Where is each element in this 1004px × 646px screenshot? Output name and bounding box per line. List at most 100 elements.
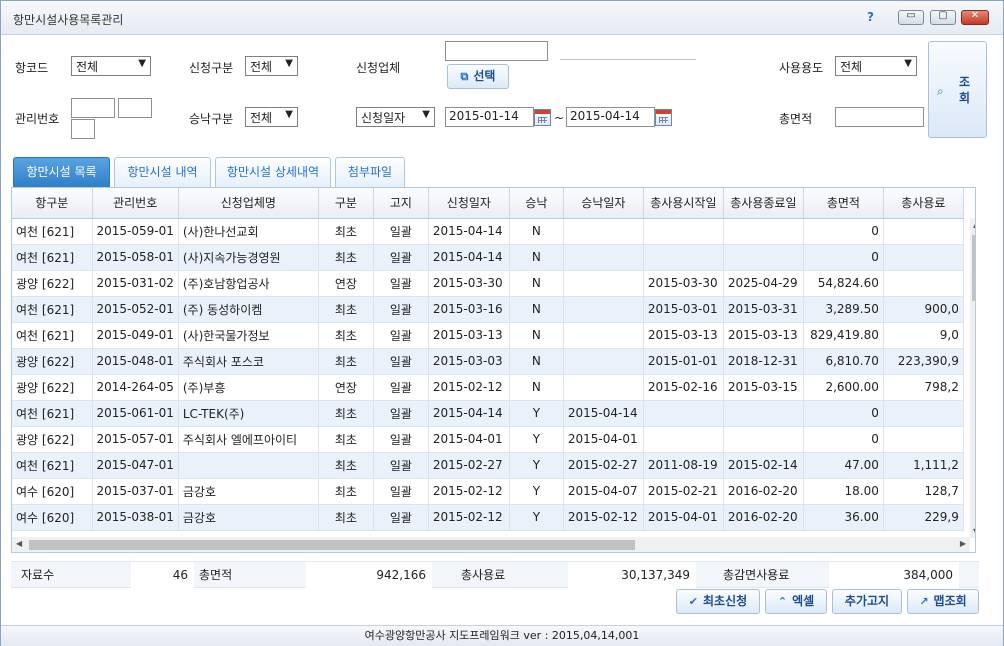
column-header[interactable]: 관리번호 [92, 188, 179, 219]
tab-facility-history[interactable]: 항만시설 내역 [114, 157, 211, 187]
column-header[interactable]: 신청일자 [428, 188, 510, 219]
minimize-button[interactable]: ▭ [898, 10, 924, 25]
table-cell: N [509, 322, 564, 349]
table-row[interactable]: 여천 [621] 2015-047-01 최초 일괄 2015-02-27 Y 2015-0… [12, 452, 964, 479]
scroll-down-icon[interactable]: ▼ [973, 527, 975, 536]
table-row[interactable]: 광양 [622] 2015-031-02 (주)호남항업공사 연장 일괄 2015-03-… [12, 270, 964, 297]
table-cell: 2015-02-14 [723, 452, 804, 479]
calendar-icon[interactable] [655, 109, 672, 126]
scroll-up-icon[interactable]: ▲ [973, 220, 975, 229]
table-cell: 2015-04-14 [563, 400, 644, 427]
column-header[interactable]: 총면적 [803, 188, 884, 219]
scroll-thumb[interactable] [29, 540, 635, 550]
table-cell: 2015-02-12 [428, 504, 510, 531]
date-from-input[interactable]: 2015-01-14 [445, 107, 534, 127]
table-cell: 2015-01-01 [643, 348, 724, 375]
applicant-select-button[interactable]: ⧉ 선택 [447, 64, 509, 89]
table-cell: 900,0 [883, 296, 964, 323]
table-row[interactable]: 여천 [621] 2015-058-01 (사)지속가능경영원 최초 일괄 2015-04… [12, 244, 964, 271]
total-area-input[interactable] [835, 107, 924, 127]
column-header[interactable]: 신청업체명 [178, 188, 319, 219]
table-row[interactable]: 여수 [620] 2015-038-01 금강호 최초 일괄 2015-02-12 Y 201… [12, 504, 964, 531]
scroll-thumb[interactable] [972, 235, 975, 301]
vertical-scrollbar[interactable]: ▲ ▼ [970, 218, 975, 538]
table-cell: 2015-04-01 [563, 426, 644, 453]
chevron-up-icon: ⌃ [777, 595, 788, 608]
table-row[interactable]: 광양 [622] 2015-048-01 주식회사 포스코 최초 일괄 2015-03-0… [12, 348, 964, 375]
table-cell: N [509, 296, 564, 323]
table-row[interactable]: 광양 [622] 2015-057-01 주식회사 엘에프아이티 최초 일괄 2015-0… [12, 426, 964, 453]
table-cell: 연장 [318, 270, 374, 297]
add-notice-button[interactable]: 추가고지 [832, 589, 902, 614]
table-cell: 2015-03-01 [643, 296, 724, 323]
column-header[interactable]: 총사용시작일 [643, 188, 724, 219]
fee-label: 총사용료 [461, 568, 506, 582]
port-code-select[interactable]: 전체 ▼ [71, 56, 151, 76]
table-cell: 2015-02-27 [428, 452, 510, 479]
table-cell: 2015-02-27 [563, 452, 644, 479]
table-cell: 36.00 [803, 504, 884, 531]
search-button[interactable]: ⌕ 조회 [928, 41, 987, 138]
applicant-input[interactable] [445, 41, 548, 61]
table-cell: 일괄 [373, 452, 429, 479]
table-cell: N [509, 218, 564, 245]
scroll-right-icon[interactable]: ▶ [960, 539, 966, 548]
horizontal-scrollbar[interactable]: ◀ ▶ [12, 537, 970, 552]
close-button[interactable]: ✕ [961, 10, 989, 25]
column-header[interactable]: 총사용종료일 [723, 188, 804, 219]
count-label: 자료수 [21, 568, 55, 582]
date-type-select[interactable]: 신청일자 ▼ [356, 107, 435, 127]
column-header[interactable]: 승낙 [509, 188, 564, 219]
scroll-left-icon[interactable]: ◀ [16, 539, 22, 548]
table-cell: 229,9 [883, 504, 964, 531]
table-cell [563, 218, 644, 245]
check-icon: ✔ [688, 595, 699, 608]
first-apply-button[interactable]: ✔ 최초신청 [676, 589, 760, 614]
table-row[interactable]: 여천 [621] 2015-061-01 LC-TEK(주) 최초 일괄 2015-04-… [12, 400, 964, 427]
maximize-button[interactable]: ▢ [930, 10, 956, 25]
apply-type-select[interactable]: 전체 ▼ [245, 56, 298, 76]
table-cell: N [509, 270, 564, 297]
table-cell: 여천 [621] [12, 452, 93, 479]
mgmt-no-input-1[interactable] [71, 98, 115, 118]
approve-type-select[interactable]: 전체 ▼ [245, 107, 298, 127]
data-table: 항구분 관리번호 신청업체명 구분 고지 신청일자 승낙 승낙일자 총사용시작일… [12, 188, 964, 531]
usage-select[interactable]: 전체 ▼ [835, 56, 917, 76]
table-cell [883, 400, 964, 427]
column-header[interactable]: 항구분 [12, 188, 93, 219]
help-icon[interactable]: ? [867, 10, 874, 24]
table-cell: 1,111,2 [883, 452, 964, 479]
calendar-icon[interactable] [534, 109, 551, 126]
table-row[interactable]: 여천 [621] 2015-049-01 (사)한국물가정보 최초 일괄 2015-03-… [12, 322, 964, 349]
table-cell: 금강호 [178, 478, 319, 505]
table-cell: 최초 [318, 426, 374, 453]
table-cell: 6,810.70 [803, 348, 884, 375]
table-row[interactable]: 여수 [620] 2015-037-01 금강호 최초 일괄 2015-02-12 Y 201… [12, 478, 964, 505]
mgmt-no-input-2[interactable] [118, 98, 152, 118]
window-title: 항만시설사용목록관리 [13, 13, 124, 27]
table-row[interactable]: 여천 [621] 2015-052-01 (주) 동성하이켐 최초 일괄 2015-03-… [12, 296, 964, 323]
tab-facility-detail[interactable]: 항만시설 상세내역 [215, 157, 331, 187]
excel-button[interactable]: ⌃ 엑셀 [765, 589, 827, 614]
column-header[interactable]: 총사용료 [883, 188, 964, 219]
table-cell: 2015-02-12 [563, 504, 644, 531]
applicant-select-label: 선택 [473, 69, 496, 83]
column-header[interactable]: 승낙일자 [563, 188, 644, 219]
column-header[interactable]: 고지 [373, 188, 429, 219]
column-header[interactable]: 구분 [318, 188, 374, 219]
map-search-button[interactable]: ↗ 맵조회 [907, 589, 979, 614]
date-separator: ~ [554, 111, 565, 125]
mgmt-no-input-3[interactable] [71, 119, 95, 139]
table-cell [723, 426, 804, 453]
table-cell: (사)지속가능경영원 [178, 244, 319, 271]
date-to-input[interactable]: 2015-04-14 [566, 107, 655, 127]
table-row[interactable]: 여천 [621] 2015-059-01 (사)한나선교회 최초 일괄 2015-04-1… [12, 218, 964, 245]
excel-label: 엑셀 [792, 594, 815, 608]
table-row[interactable]: 광양 [622] 2014-264-05 (주)부흥 연장 일괄 2015-02-12 N 2… [12, 374, 964, 401]
table-cell: N [509, 348, 564, 375]
table-cell: 최초 [318, 478, 374, 505]
tab-attachments[interactable]: 첨부파일 [335, 157, 405, 187]
minimize-icon: ▭ [906, 10, 916, 21]
tab-facility-list[interactable]: 항만시설 목록 [13, 157, 110, 187]
table-cell: 798,2 [883, 374, 964, 401]
